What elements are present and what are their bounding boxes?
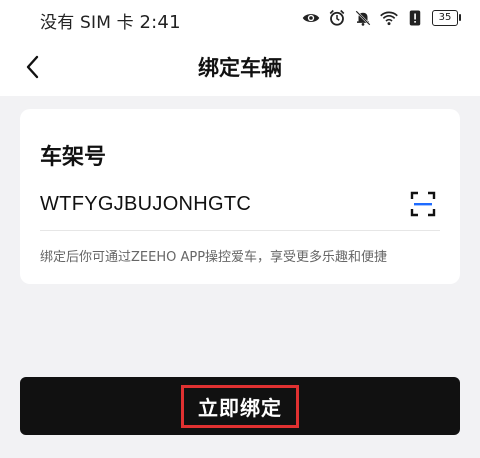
wifi-icon [380, 11, 398, 26]
alarm-icon [329, 9, 345, 26]
vin-card: 车架号 绑定后你可通过ZEEHO APP操控爱车，享受更多乐趣和便捷 [20, 109, 460, 284]
status-time: 2:41 [139, 12, 181, 33]
status-left: 没有 SIM 卡 2:41 [40, 8, 181, 33]
mute-icon [355, 10, 371, 26]
scan-icon [410, 191, 436, 217]
bind-now-label: 立即绑定 [181, 384, 299, 428]
status-icons: 35 [302, 9, 461, 27]
divider [40, 230, 440, 231]
status-bar: 没有 SIM 卡 2:41 35 [0, 0, 480, 38]
carrier-text: 没有 SIM 卡 [40, 13, 134, 33]
scan-button[interactable] [410, 191, 436, 217]
bind-now-button[interactable]: 立即绑定 [20, 377, 460, 435]
vin-label: 车架号 [40, 145, 107, 170]
page-title: 绑定车辆 [198, 56, 282, 80]
alert-icon [409, 10, 421, 26]
eye-icon [302, 14, 320, 22]
vin-input[interactable] [40, 189, 390, 219]
bind-hint: 绑定后你可通过ZEEHO APP操控爱车，享受更多乐趣和便捷 [40, 250, 388, 265]
header-bar: 绑定车辆 [0, 38, 480, 96]
battery-icon: 35 [432, 10, 461, 26]
